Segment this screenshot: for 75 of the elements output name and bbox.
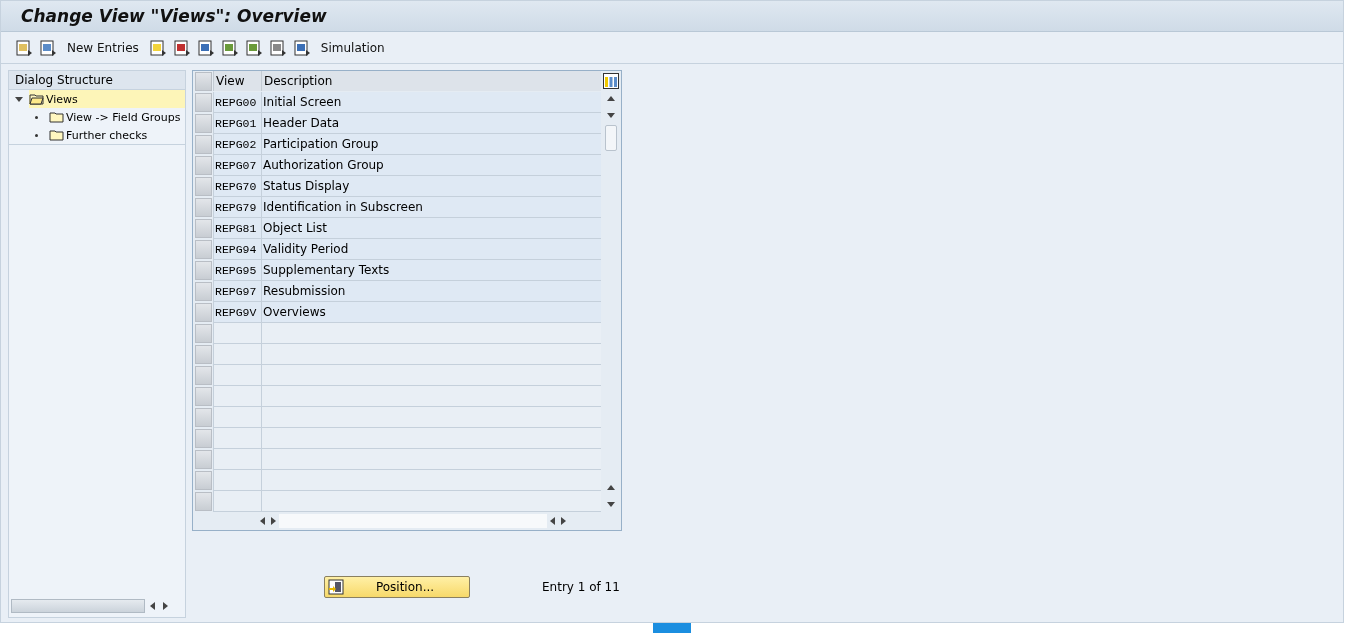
row-selector[interactable]: [195, 219, 212, 238]
table-cell: Status Display: [261, 176, 601, 197]
row-selector[interactable]: [195, 261, 212, 280]
logo-strip: [653, 623, 691, 633]
row-selector[interactable]: [195, 324, 212, 343]
row-selector[interactable]: [195, 114, 212, 133]
scroll-left-icon[interactable]: [549, 517, 557, 525]
entry-counter: Entry 1 of 11: [542, 580, 620, 594]
tree-item[interactable]: Views: [29, 90, 185, 108]
scroll-down-icon[interactable]: [607, 500, 615, 508]
table-cell: Participation Group: [261, 134, 601, 155]
window-title: Change View "Views": Overview: [21, 6, 327, 26]
select-all-cell[interactable]: [195, 72, 212, 91]
table-cell: Authorization Group: [261, 155, 601, 176]
scroll-right-icon[interactable]: [161, 602, 169, 610]
scroll-thumb[interactable]: [605, 125, 617, 151]
toolbar-button[interactable]: Simulation: [316, 35, 389, 60]
folder-icon: [49, 111, 64, 123]
column-header[interactable]: View: [213, 71, 261, 91]
scroll-left-icon[interactable]: [259, 517, 267, 525]
bullet-icon: [35, 133, 38, 137]
column-settings-icon[interactable]: [603, 73, 619, 89]
table-cell: Header Data: [261, 113, 601, 134]
row-selector[interactable]: [195, 492, 212, 511]
toolbar-button[interactable]: New Entries: [63, 35, 143, 60]
scroll-up-icon[interactable]: [607, 95, 615, 103]
table-cell: REPG9V: [213, 302, 261, 323]
table-cell: Overviews: [261, 302, 601, 323]
row-selector[interactable]: [195, 198, 212, 217]
row-selector[interactable]: [195, 408, 212, 427]
table-cell: Supplementary Texts: [261, 260, 601, 281]
row-selector[interactable]: [195, 135, 212, 154]
position-button[interactable]: Position...: [324, 576, 470, 598]
tree-item[interactable]: View -> Field Groups: [49, 108, 185, 126]
row-selector[interactable]: [195, 93, 212, 112]
table-cell: REPG00: [213, 92, 261, 113]
table-cell: REPG07: [213, 155, 261, 176]
table-cell: REPG95: [213, 260, 261, 281]
panel-title: Dialog Structure: [15, 73, 113, 87]
position-icon: [328, 579, 344, 595]
tree-item[interactable]: Further checks: [49, 126, 185, 144]
table-cell: Resubmission: [261, 281, 601, 302]
scroll-up-icon[interactable]: [607, 484, 615, 492]
scroll-left-icon[interactable]: [149, 602, 157, 610]
row-selector[interactable]: [195, 282, 212, 301]
table-cell: REPG02: [213, 134, 261, 155]
row-selector[interactable]: [195, 387, 212, 406]
table-cell: Initial Screen: [261, 92, 601, 113]
horizontal-scrollbar[interactable]: [11, 599, 145, 613]
row-selector[interactable]: [195, 240, 212, 259]
bullet-icon: [35, 115, 38, 119]
row-selector[interactable]: [195, 450, 212, 469]
table-cell: REPG81: [213, 218, 261, 239]
row-selector[interactable]: [195, 366, 212, 385]
row-selector[interactable]: [195, 471, 212, 490]
table-cell: Object List: [261, 218, 601, 239]
folder-icon: [49, 129, 64, 141]
scroll-down-icon[interactable]: [607, 111, 615, 119]
column-header[interactable]: Description: [261, 71, 601, 91]
expand-caret-icon[interactable]: [15, 95, 23, 103]
row-selector[interactable]: [195, 303, 212, 322]
table-cell: REPG01: [213, 113, 261, 134]
table-cell: REPG94: [213, 239, 261, 260]
table-cell: Identification in Subscreen: [261, 197, 601, 218]
scroll-right-icon[interactable]: [559, 517, 567, 525]
row-selector[interactable]: [195, 156, 212, 175]
table-cell: Validity Period: [261, 239, 601, 260]
row-selector[interactable]: [195, 429, 212, 448]
scroll-right-icon[interactable]: [269, 517, 277, 525]
row-selector[interactable]: [195, 345, 212, 364]
table-cell: REPG79: [213, 197, 261, 218]
open-folder-icon: [29, 93, 44, 105]
table-cell: REPG70: [213, 176, 261, 197]
table-cell: REPG97: [213, 281, 261, 302]
row-selector[interactable]: [195, 177, 212, 196]
